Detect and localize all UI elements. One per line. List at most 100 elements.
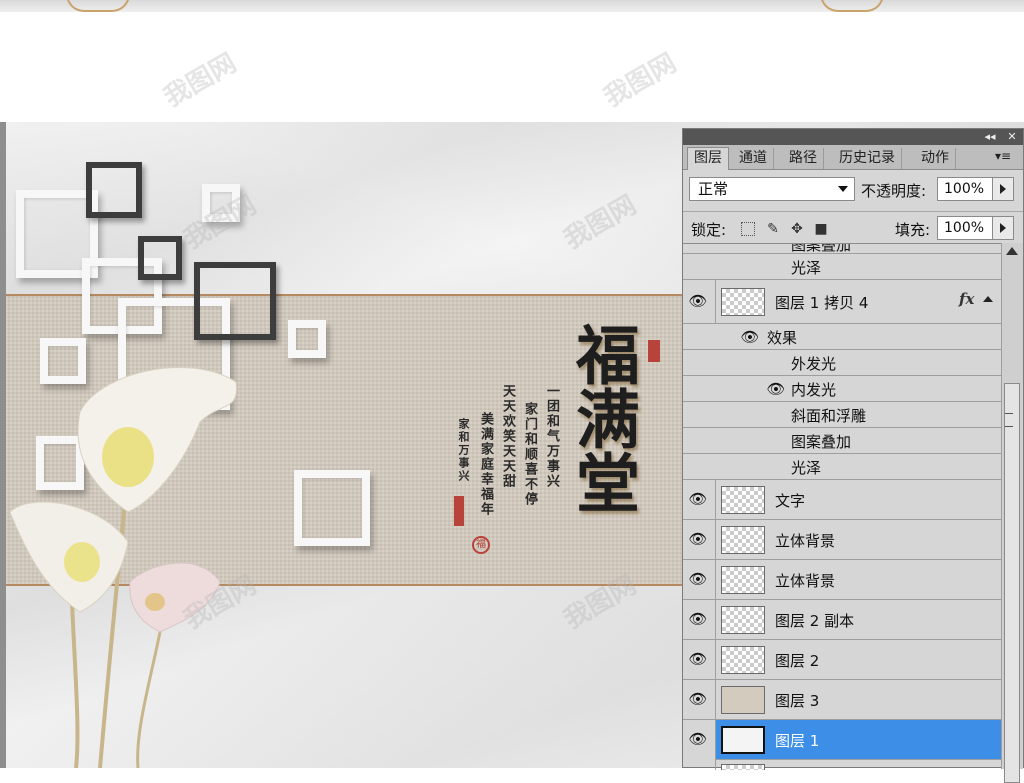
- lock-label: 锁定:: [691, 221, 727, 239]
- collapse-icon[interactable]: ◂◂: [983, 130, 997, 143]
- dark-square-frame: [86, 162, 142, 218]
- layer-name: 图层 1 拷贝 4: [775, 294, 869, 312]
- layer-row-selected[interactable]: 👁 图层 1: [683, 720, 1001, 760]
- layer-name: 图层 2: [775, 652, 820, 670]
- watermark: 我图网: [598, 48, 682, 114]
- fill-slider-button[interactable]: [992, 216, 1014, 240]
- white-square-frame: [288, 320, 326, 358]
- opacity-slider-button[interactable]: [992, 177, 1014, 201]
- effect-label: 光泽: [791, 259, 822, 277]
- eye-icon[interactable]: 👁: [739, 326, 761, 348]
- layer-row[interactable]: 👁 图层 2: [683, 640, 1001, 680]
- poem-column: 美满家庭幸福年: [478, 412, 493, 517]
- layer-thumbnail: [721, 726, 765, 754]
- dark-square-frame: [138, 236, 182, 280]
- tab-history[interactable]: 历史记录: [833, 148, 902, 169]
- tab-paths[interactable]: 路径: [783, 148, 824, 169]
- blend-row: 正常 不透明度: 100%: [683, 171, 1023, 205]
- effect-row[interactable]: 图案叠加: [683, 244, 1001, 254]
- lock-move-icon[interactable]: ✥: [789, 221, 805, 237]
- layer-name: 图层 2 副本: [775, 612, 855, 630]
- dark-square-frame: [194, 262, 276, 340]
- fill-label: 填充:: [895, 221, 931, 239]
- lock-row: 锁定: ✎ ✥ ■ 填充: 100%: [683, 211, 1023, 244]
- effect-label: 外发光: [791, 355, 837, 373]
- scrollbar-thumb[interactable]: [1004, 383, 1020, 783]
- effects-header-row[interactable]: 👁 效果: [683, 324, 1001, 350]
- opacity-label: 不透明度:: [861, 182, 927, 200]
- layers-scrollbar[interactable]: [1001, 243, 1023, 783]
- layer-row[interactable]: 👁 文字: [683, 480, 1001, 520]
- panel-tabs: 图层 通道 路径 历史记录 动作 ▾≡: [683, 145, 1023, 170]
- eye-icon[interactable]: 👁: [687, 608, 709, 630]
- layers-list: 图案叠加 光泽 👁 图层 1 拷贝 4 fx 👁 效果 外发光 👁 内发光 斜面…: [683, 243, 1001, 770]
- layer-name: 文字: [775, 492, 806, 510]
- effect-row[interactable]: 👁 内发光: [683, 376, 1001, 402]
- layers-panel: ◂◂ ✕ 图层 通道 路径 历史记录 动作 ▾≡ 正常 不透明度: 100% 锁…: [682, 128, 1024, 783]
- red-seal: [454, 496, 464, 526]
- panel-menu-icon[interactable]: ▾≡: [995, 149, 1011, 163]
- eye-icon[interactable]: 👁: [687, 290, 709, 312]
- eye-icon[interactable]: 👁: [687, 688, 709, 710]
- opacity-field[interactable]: 100%: [937, 177, 1014, 201]
- fill-value: 100%: [944, 220, 985, 236]
- layer-row[interactable]: 👁 图层 1 拷贝 4 fx: [683, 280, 1001, 324]
- effect-label: 图案叠加: [791, 433, 852, 451]
- opacity-value: 100%: [944, 181, 985, 197]
- close-icon[interactable]: ✕: [1005, 130, 1019, 143]
- poem-column: 天天欢笑天天甜: [500, 384, 515, 489]
- layer-row[interactable]: [683, 760, 1001, 770]
- layer-name: 立体背景: [775, 532, 836, 550]
- layer-thumbnail: [721, 646, 765, 674]
- layer-thumbnail: [721, 288, 765, 316]
- layer-thumbnail: [721, 566, 765, 594]
- panel-title-bar: ◂◂ ✕: [683, 129, 1023, 145]
- top-image-strip: [0, 0, 1024, 12]
- layer-name: 立体背景: [775, 572, 836, 590]
- lock-all-icon[interactable]: ■: [813, 221, 829, 237]
- collapse-effects-icon[interactable]: [983, 296, 993, 302]
- fx-icon[interactable]: fx: [959, 290, 974, 308]
- lock-paint-icon[interactable]: ✎: [765, 221, 781, 237]
- effect-label: 斜面和浮雕: [791, 407, 867, 425]
- blend-mode-value: 正常: [698, 180, 729, 198]
- layer-name: 图层 1: [775, 732, 820, 750]
- scrollbar-grip-icon: [1005, 413, 1013, 427]
- layer-row[interactable]: 👁 立体背景: [683, 520, 1001, 560]
- effect-row[interactable]: 外发光: [683, 350, 1001, 376]
- layer-row[interactable]: 👁 立体背景: [683, 560, 1001, 600]
- effect-row[interactable]: 图案叠加: [683, 428, 1001, 454]
- effect-row[interactable]: 光泽: [683, 254, 1001, 280]
- round-seal: 福: [472, 536, 490, 554]
- effect-label: 内发光: [791, 381, 837, 399]
- eye-icon[interactable]: 👁: [687, 528, 709, 550]
- eye-icon[interactable]: 👁: [687, 728, 709, 750]
- gold-ring-decoration: [66, 0, 130, 12]
- effect-row[interactable]: 光泽: [683, 454, 1001, 480]
- layer-row[interactable]: 👁 图层 3: [683, 680, 1001, 720]
- eye-icon[interactable]: 👁: [687, 648, 709, 670]
- scroll-up-icon[interactable]: [1006, 247, 1018, 255]
- blend-mode-select[interactable]: 正常: [689, 177, 855, 201]
- layer-row[interactable]: 👁 图层 2 副本: [683, 600, 1001, 640]
- tab-layers[interactable]: 图层: [687, 147, 729, 170]
- lock-transparent-icon[interactable]: [741, 222, 755, 236]
- calla-lily-illustration: [9, 367, 237, 768]
- white-square-frame: [294, 470, 370, 546]
- chevron-down-icon: [838, 186, 848, 192]
- fill-field[interactable]: 100%: [937, 216, 1014, 240]
- effect-row[interactable]: 斜面和浮雕: [683, 402, 1001, 428]
- eye-icon[interactable]: 👁: [765, 378, 787, 400]
- layer-name: 图层 3: [775, 692, 820, 710]
- layer-thumbnail: [721, 764, 765, 770]
- tab-channels[interactable]: 通道: [733, 148, 774, 169]
- tab-actions[interactable]: 动作: [915, 148, 956, 169]
- layer-thumbnail: [721, 606, 765, 634]
- eye-icon[interactable]: 👁: [687, 568, 709, 590]
- watermark: 我图网: [158, 48, 242, 114]
- eye-icon[interactable]: 👁: [687, 488, 709, 510]
- layer-thumbnail: [721, 526, 765, 554]
- red-seal: [648, 340, 660, 362]
- layer-thumbnail: [721, 486, 765, 514]
- poem-column: 家和万事兴: [457, 418, 470, 483]
